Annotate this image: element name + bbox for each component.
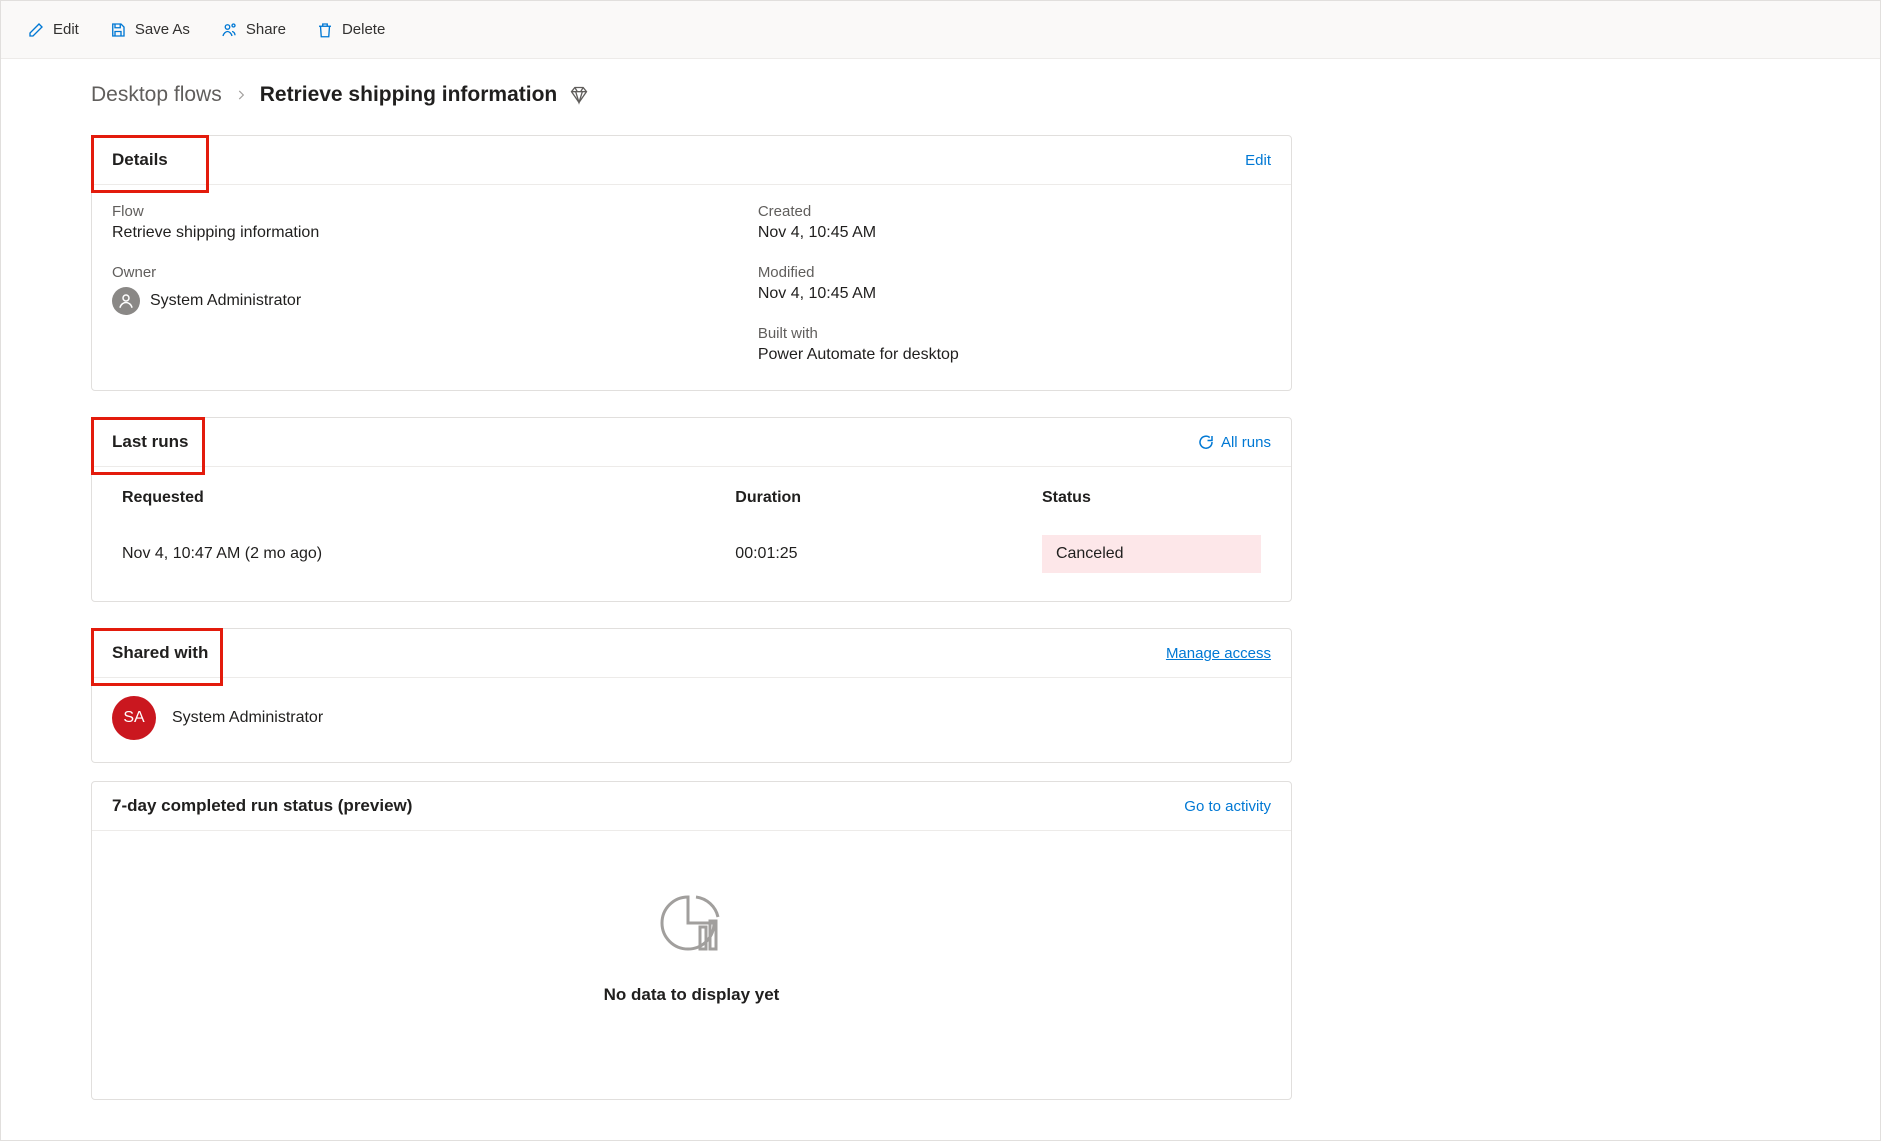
owner-field: Owner System Administrator bbox=[112, 264, 728, 315]
flow-label: Flow bbox=[112, 203, 728, 220]
refresh-icon bbox=[1197, 433, 1215, 451]
manage-access-link[interactable]: Manage access bbox=[1166, 645, 1271, 662]
avatar-initials: SA bbox=[112, 696, 156, 740]
breadcrumb-parent[interactable]: Desktop flows bbox=[91, 83, 222, 107]
modified-field: Modified Nov 4, 10:45 AM bbox=[758, 264, 1271, 303]
edit-button[interactable]: Edit bbox=[21, 17, 85, 43]
cell-requested: Nov 4, 10:47 AM (2 mo ago) bbox=[122, 545, 735, 563]
details-title: Details bbox=[112, 150, 168, 170]
go-to-activity-link[interactable]: Go to activity bbox=[1184, 798, 1271, 815]
col-requested: Requested bbox=[122, 489, 735, 507]
shared-with-card: Shared with Manage access SA System Admi… bbox=[91, 628, 1292, 763]
created-value: Nov 4, 10:45 AM bbox=[758, 224, 1271, 242]
runs-table: Requested Duration Status Nov 4, 10:47 A… bbox=[96, 467, 1287, 589]
toolbar: Edit Save As Share Delete bbox=[1, 1, 1880, 59]
details-card: Details Edit Flow Retrieve shipping info… bbox=[91, 135, 1292, 391]
share-icon bbox=[220, 21, 238, 39]
flow-field: Flow Retrieve shipping information bbox=[112, 203, 728, 242]
save-as-label: Save As bbox=[135, 21, 190, 38]
col-duration: Duration bbox=[735, 489, 1042, 507]
last-runs-card: Last runs All runs Requested Duration St… bbox=[91, 417, 1292, 602]
flow-value: Retrieve shipping information bbox=[112, 224, 728, 242]
modified-label: Modified bbox=[758, 264, 1271, 281]
diamond-icon bbox=[569, 85, 589, 105]
created-field: Created Nov 4, 10:45 AM bbox=[758, 203, 1271, 242]
created-label: Created bbox=[758, 203, 1271, 220]
person-icon bbox=[117, 292, 135, 310]
chevron-right-icon bbox=[234, 88, 248, 102]
delete-label: Delete bbox=[342, 21, 385, 38]
run-status-title: 7-day completed run status (preview) bbox=[112, 796, 412, 816]
all-runs-label: All runs bbox=[1221, 434, 1271, 451]
built-value: Power Automate for desktop bbox=[758, 346, 1271, 364]
pie-chart-icon bbox=[660, 891, 724, 955]
shared-with-title: Shared with bbox=[112, 643, 208, 663]
shared-user-row[interactable]: SA System Administrator bbox=[92, 678, 1291, 762]
last-runs-title: Last runs bbox=[112, 432, 189, 452]
built-field: Built with Power Automate for desktop bbox=[758, 325, 1271, 364]
built-label: Built with bbox=[758, 325, 1271, 342]
details-edit-link[interactable]: Edit bbox=[1245, 152, 1271, 169]
trash-icon bbox=[316, 21, 334, 39]
cell-status: Canceled bbox=[1042, 535, 1261, 573]
all-runs-link[interactable]: All runs bbox=[1197, 433, 1271, 451]
delete-button[interactable]: Delete bbox=[310, 17, 391, 43]
avatar bbox=[112, 287, 140, 315]
owner-value: System Administrator bbox=[150, 292, 301, 310]
breadcrumb: Desktop flows Retrieve shipping informat… bbox=[91, 83, 1790, 107]
cell-duration: 00:01:25 bbox=[735, 545, 1042, 563]
col-status: Status bbox=[1042, 489, 1261, 507]
edit-label: Edit bbox=[53, 21, 79, 38]
share-button[interactable]: Share bbox=[214, 17, 292, 43]
save-as-icon bbox=[109, 21, 127, 39]
modified-value: Nov 4, 10:45 AM bbox=[758, 285, 1271, 303]
owner-label: Owner bbox=[112, 264, 728, 281]
save-as-button[interactable]: Save As bbox=[103, 17, 196, 43]
no-data-text: No data to display yet bbox=[604, 985, 780, 1005]
run-status-card: 7-day completed run status (preview) Go … bbox=[91, 781, 1292, 1100]
table-row[interactable]: Nov 4, 10:47 AM (2 mo ago) 00:01:25 Canc… bbox=[96, 521, 1287, 589]
pencil-icon bbox=[27, 21, 45, 39]
share-label: Share bbox=[246, 21, 286, 38]
breadcrumb-current: Retrieve shipping information bbox=[260, 83, 558, 107]
shared-user-name: System Administrator bbox=[172, 709, 323, 727]
